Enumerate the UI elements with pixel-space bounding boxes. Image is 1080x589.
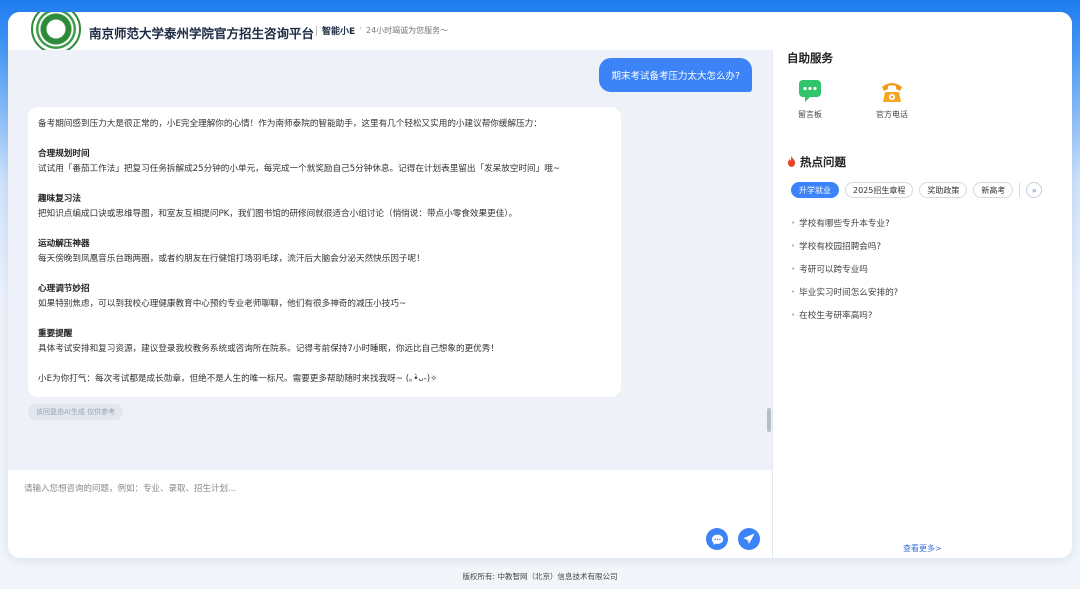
list-item[interactable]: • 学校有校园招聘会吗? bbox=[791, 234, 898, 257]
list-item[interactable]: • 毕业实习时间怎么安排的? bbox=[791, 280, 898, 303]
university-logo bbox=[31, 12, 81, 54]
chat-panel: 期末考试备考压力太大怎么办? 备考期间感到压力大是很正常的，小E完全理解你的心情… bbox=[8, 50, 772, 470]
ai-section-body: 具体考试安排和复习资源，建议登录我校教务系统或咨询所在院系。记得考前保持7小时睡… bbox=[38, 344, 499, 354]
fire-icon bbox=[787, 156, 796, 167]
bullet-icon: • bbox=[791, 310, 796, 319]
footer-copyright: 版权所有: 中教智网（北京）信息技术有限公司 bbox=[462, 572, 618, 581]
ai-section-body: 试试用「番茄工作法」把复习任务拆解成25分钟的小单元，每完成一个就奖励自己5分钟… bbox=[38, 164, 561, 174]
question-text: 在校生考研率高吗? bbox=[799, 310, 873, 321]
chat-bubble-icon bbox=[711, 534, 723, 545]
ai-closing: 小E为你打气：每次考试都是成长勋章，但绝不是人生的唯一标尺。需要更多帮助随时来找… bbox=[38, 374, 438, 384]
user-message: 期末考试备考压力太大怎么办? bbox=[599, 58, 752, 92]
question-input[interactable] bbox=[24, 476, 704, 502]
top-header: 南京师范大学泰州学院官方招生咨询平台 智能小E · 24小时竭诚为您服务～ bbox=[8, 12, 772, 54]
ai-section-body: 每天傍晚到凤凰音乐台跑两圈，或者约朋友在行健馆打场羽毛球，流汗后大脑会分泌天然快… bbox=[38, 254, 425, 264]
ai-section-heading: 趣味复习法 bbox=[38, 194, 81, 204]
tab-career[interactable]: 升学就业 bbox=[791, 182, 839, 198]
logo-emblem bbox=[36, 12, 76, 49]
list-item[interactable]: • 在校生考研率高吗? bbox=[791, 303, 898, 326]
ai-section-heading: 心理调节妙招 bbox=[38, 284, 90, 294]
double-chevron-right-icon: » bbox=[1031, 185, 1037, 195]
bullet-icon: • bbox=[791, 264, 796, 273]
service-label: 官方电话 bbox=[876, 110, 908, 119]
tab-admission-charter[interactable]: 2025招生章程 bbox=[845, 182, 914, 198]
ai-section-heading: 合理规划时间 bbox=[38, 149, 90, 159]
bullet-icon: • bbox=[791, 241, 796, 250]
header-subtitle: 24小时竭诚为您服务～ bbox=[366, 26, 449, 35]
ai-disclaimer-badge: 该回复由AI生成 仅供参考 bbox=[28, 404, 124, 420]
bullet-icon: • bbox=[791, 218, 796, 227]
list-item[interactable]: • 学校有哪些专升本专业? bbox=[791, 211, 898, 234]
main-card: 南京师范大学泰州学院官方招生咨询平台 智能小E · 24小时竭诚为您服务～ 期末… bbox=[8, 12, 1072, 558]
question-text: 毕业实习时间怎么安排的? bbox=[799, 287, 899, 298]
question-text: 学校有哪些专升本专业? bbox=[799, 218, 890, 229]
send-button[interactable] bbox=[738, 528, 760, 550]
service-message-board[interactable]: 留言板 bbox=[780, 78, 840, 120]
tab-new-gaokao[interactable]: 新高考 bbox=[973, 182, 1014, 198]
page-title: 南京师范大学泰州学院官方招生咨询平台 bbox=[89, 26, 315, 41]
question-text: 考研可以跨专业吗 bbox=[799, 264, 868, 275]
tabs-next-button[interactable]: » bbox=[1026, 182, 1043, 198]
ai-section-heading: 重要提醒 bbox=[38, 329, 73, 339]
bullet-icon: • bbox=[791, 287, 796, 296]
assistant-brand: 智能小E bbox=[322, 27, 356, 37]
service-label: 留言板 bbox=[798, 110, 822, 119]
chat-bubble-button[interactable] bbox=[706, 528, 728, 550]
right-sidebar: 自助服务 留言板 官方电话 热点问题 升学就业 2025招生章程 奖助政策 新高… bbox=[773, 12, 1072, 558]
paper-plane-icon bbox=[743, 533, 755, 544]
chat-scrollbar[interactable] bbox=[767, 408, 771, 432]
list-item[interactable]: • 考研可以跨专业吗 bbox=[791, 257, 898, 280]
hot-questions-title: 热点问题 bbox=[800, 155, 846, 169]
tab-scholarship[interactable]: 奖助政策 bbox=[919, 182, 968, 198]
tabs-divider bbox=[1019, 183, 1021, 197]
header-dot: · bbox=[359, 24, 362, 34]
self-service-title: 自助服务 bbox=[787, 51, 833, 65]
ai-section-body: 如果特别焦虑，可以到我校心理健康教育中心预约专业老师聊聊，他们有很多神奇的减压小… bbox=[38, 299, 407, 309]
header-divider bbox=[316, 26, 317, 36]
question-text: 学校有校园招聘会吗? bbox=[799, 241, 882, 252]
message-board-icon bbox=[799, 80, 821, 102]
input-area bbox=[8, 470, 772, 558]
ai-section-heading: 运动解压神器 bbox=[38, 239, 90, 249]
ai-intro: 备考期间感到压力大是很正常的，小E完全理解你的心情！作为南师泰院的智能助手，这里… bbox=[38, 119, 542, 129]
hot-question-list: • 学校有哪些专升本专业? • 学校有校园招聘会吗? • 考研可以跨专业吗 • 毕业实习… bbox=[791, 211, 898, 326]
service-official-phone[interactable]: 官方电话 bbox=[862, 78, 922, 120]
ai-section-body: 把知识点编成口诀或思维导图，和室友互相提问PK，我们图书馆的研修间就很适合小组讨… bbox=[38, 209, 518, 219]
phone-icon bbox=[882, 83, 902, 102]
ai-message: 备考期间感到压力大是很正常的，小E完全理解你的心情！作为南师泰院的智能助手，这里… bbox=[28, 107, 621, 397]
hot-tabs: 升学就业 2025招生章程 奖助政策 新高考 » bbox=[791, 182, 1043, 198]
see-more-link[interactable]: 查看更多> bbox=[903, 543, 942, 554]
